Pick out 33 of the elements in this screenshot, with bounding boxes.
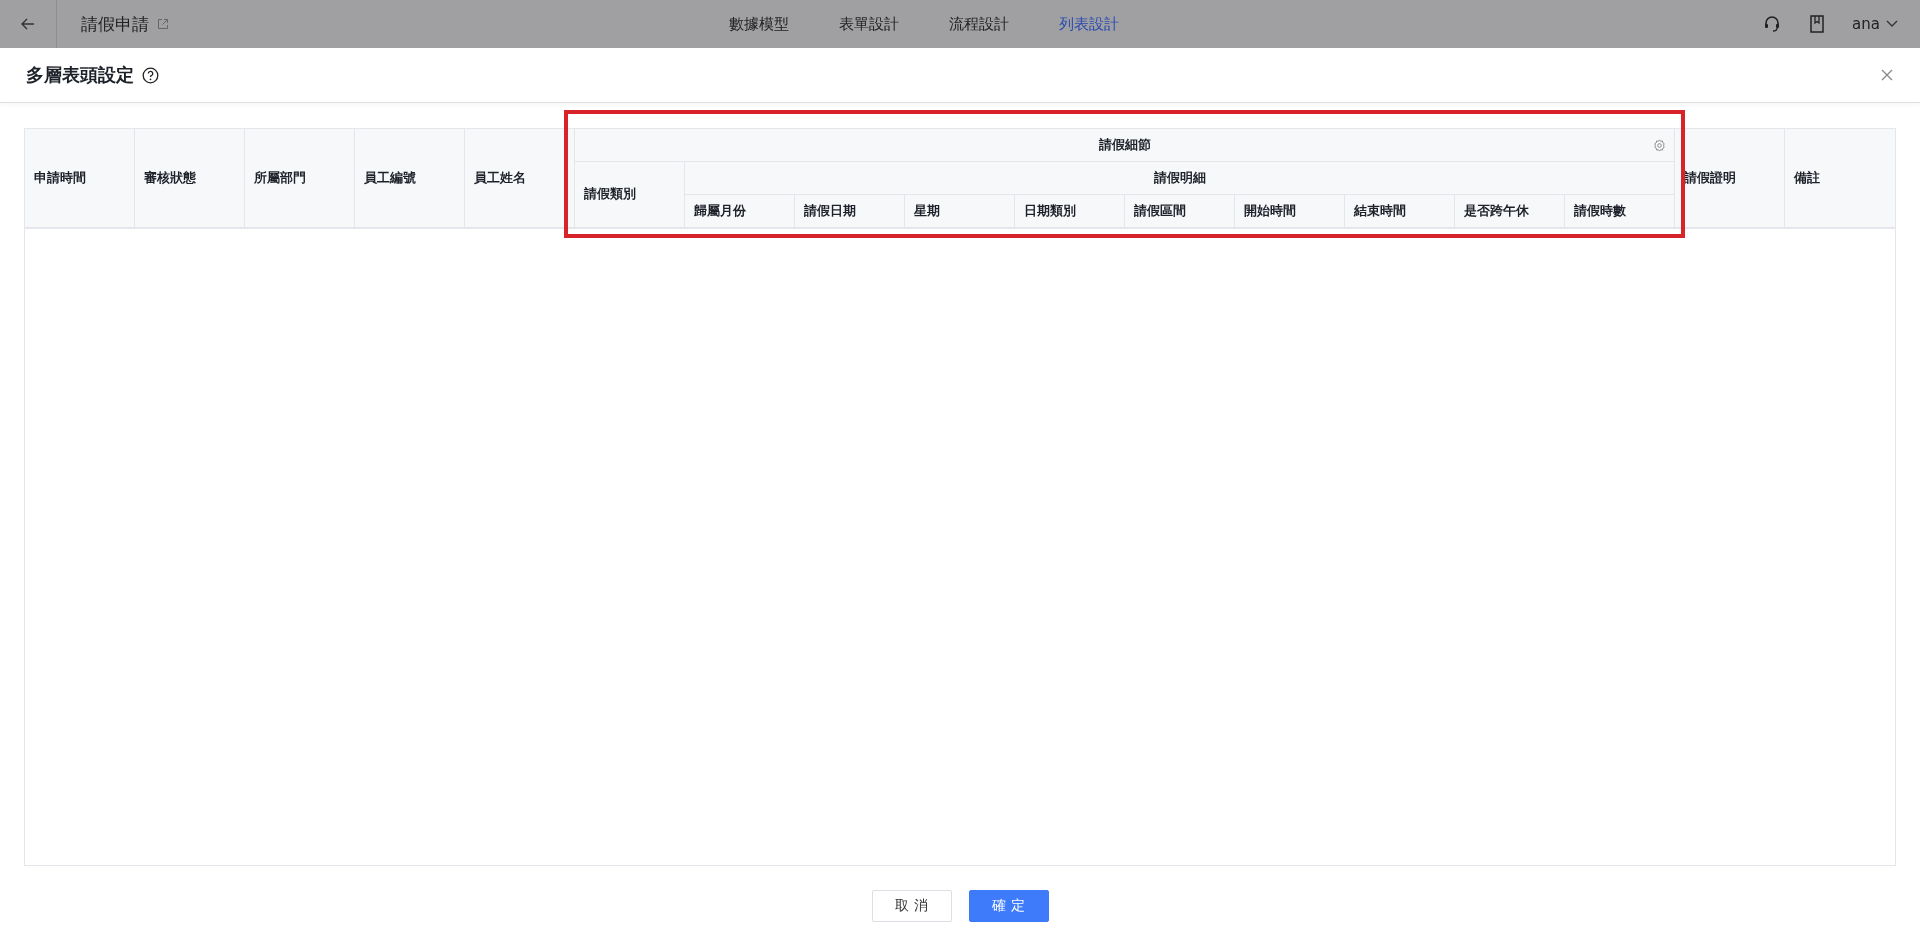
settings-icon[interactable] xyxy=(1653,139,1666,152)
header-cell: 請假類別 xyxy=(575,162,685,228)
user-menu[interactable]: ana xyxy=(1852,15,1898,33)
header-cell: 開始時間 xyxy=(1235,195,1345,228)
header-cell: 結束時間 xyxy=(1345,195,1455,228)
cancel-button[interactable]: 取 消 xyxy=(871,890,952,922)
header-cell: 請假日期 xyxy=(795,195,905,228)
chevron-down-icon xyxy=(1886,20,1898,28)
help-icon[interactable] xyxy=(142,66,159,84)
back-arrow-icon xyxy=(20,16,36,32)
external-link-icon[interactable] xyxy=(157,18,169,30)
book-icon[interactable] xyxy=(1808,14,1827,34)
header-cell: 員工編號 xyxy=(355,129,465,228)
header-cell: 歸屬月份 xyxy=(685,195,795,228)
header-cell: 日期類別 xyxy=(1015,195,1125,228)
confirm-button[interactable]: 確 定 xyxy=(968,890,1049,922)
close-icon[interactable] xyxy=(1880,68,1894,82)
dialog-title: 多層表頭設定 xyxy=(26,63,134,87)
header-cell: 所屬部門 xyxy=(245,129,355,228)
nav-tab[interactable]: 流程設計 xyxy=(949,14,1009,34)
header-cell: 申請時間 xyxy=(25,129,135,228)
nav-tab[interactable]: 數據模型 xyxy=(729,14,789,34)
app-title: 請假申請 xyxy=(81,12,149,36)
nav-tab[interactable]: 表單設計 xyxy=(839,14,899,34)
header-cell: 星期 xyxy=(905,195,1015,228)
header-cell: 是否跨午休 xyxy=(1455,195,1565,228)
header-cell: 備註 xyxy=(1785,129,1895,228)
header-cell: 員工姓名 xyxy=(465,129,575,228)
header-cell: 請假時數 xyxy=(1565,195,1675,228)
header-cell: 請假區間 xyxy=(1125,195,1235,228)
header-cell: 審核狀態 xyxy=(135,129,245,228)
header-cell: 請假明細 xyxy=(685,162,1675,195)
header-cell: 請假細節 xyxy=(575,129,1675,162)
